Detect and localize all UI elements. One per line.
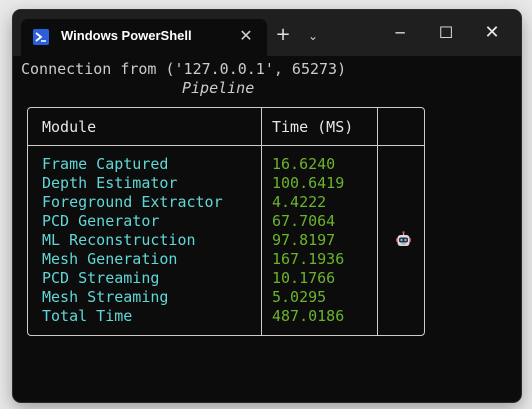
time-cell: 4.4222 [272,193,327,211]
header-module: Module [42,118,97,136]
module-cell: Depth Estimator [42,174,178,192]
time-cell: 16.6240 [272,155,336,173]
table-title: Pipeline [182,79,255,97]
time-cell: 487.0186 [272,307,345,325]
module-cell: Foreground Extractor [42,193,223,211]
time-cell: 67.7064 [272,212,336,230]
console-output[interactable]: Connection from ('127.0.0.1', 65273) Pip… [13,56,521,402]
module-cell: ML Reconstruction [42,231,196,249]
chevron-down-icon[interactable]: ⌄ [302,24,324,46]
powershell-icon [33,29,49,45]
column-divider [261,108,262,335]
header-divider [28,145,424,146]
module-cell: Mesh Streaming [42,288,169,306]
connection-line: Connection from ('127.0.0.1', 65273) [21,60,347,78]
robot-icon [395,231,412,248]
module-cell: Total Time [42,307,133,325]
close-tab-icon[interactable]: ✕ [235,25,257,47]
time-cell: 167.1936 [272,250,345,268]
tab-windows-powershell[interactable]: Windows PowerShell ✕ [21,19,267,56]
time-cell: 100.6419 [272,174,345,192]
close-window-button[interactable]: ✕ [469,18,515,48]
time-cell: 97.8197 [272,231,336,249]
time-cell: 5.0295 [272,288,327,306]
pipeline-table: Module Time (MS) Frame Captured 16.6240 … [27,107,425,336]
terminal-window: Windows PowerShell ✕ + ⌄ ─ ☐ ✕ Connectio… [13,10,521,402]
module-cell: PCD Generator [42,212,160,230]
new-tab-button[interactable]: + [270,24,296,46]
module-cell: Frame Captured [42,155,169,173]
header-time: Time (MS) [272,118,354,136]
maximize-button[interactable]: ☐ [423,18,469,48]
tab-title: Windows PowerShell [61,28,192,43]
module-cell: PCD Streaming [42,269,160,287]
minimize-button[interactable]: ─ [377,18,423,48]
title-bar[interactable]: Windows PowerShell ✕ + ⌄ ─ ☐ ✕ [13,10,521,56]
column-divider [377,108,378,335]
module-cell: Mesh Generation [42,250,178,268]
time-cell: 10.1766 [272,269,336,287]
